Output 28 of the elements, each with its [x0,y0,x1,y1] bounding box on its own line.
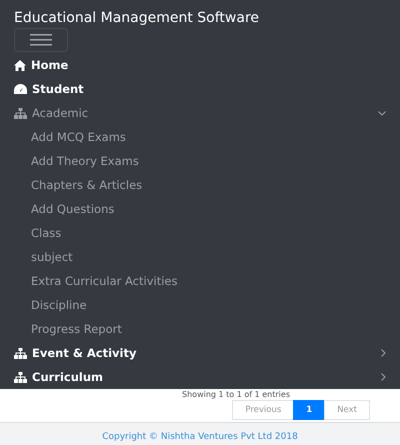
submenu-item[interactable]: Class [0,221,400,245]
menu-item[interactable]: Student [0,77,400,101]
page-link[interactable]: 1 [293,400,326,420]
sitemap-icon [14,348,27,358]
submenu-item[interactable]: Progress Report [0,317,400,341]
submenu-item[interactable]: Extra Curricular Activities [0,269,400,293]
menu-item[interactable]: Academic [0,101,400,125]
copyright-text: Copyright © Nishtha Ventures Pvt Ltd 2018 [102,432,298,442]
sitemap-icon [14,372,27,382]
home-icon [14,60,26,70]
submenu-item[interactable]: Add MCQ Exams [0,125,400,149]
menu-item[interactable]: Curriculum [0,365,400,389]
submenu-item[interactable]: Add Theory Exams [0,149,400,173]
submenu-item[interactable]: subject [0,245,400,269]
submenu-item[interactable]: Chapters & Articles [0,173,400,197]
submenu-item[interactable]: Add Questions [0,197,400,221]
menu-icon [30,34,52,46]
chevron-down-icon [378,110,386,116]
chevron-right-icon [381,349,386,357]
table-info: Showing 1 to 1 of 1 entries [182,389,290,400]
sitemap-icon [14,108,27,118]
submenu-item[interactable]: Discipline [0,293,400,317]
chevron-right-icon [381,373,386,381]
menu-item[interactable]: Event & Activity [0,341,400,365]
gauge-icon [14,84,27,94]
menu-button[interactable] [14,28,68,52]
menu-item[interactable]: Home [0,53,400,77]
app-title: Educational Management Software [13,9,260,28]
